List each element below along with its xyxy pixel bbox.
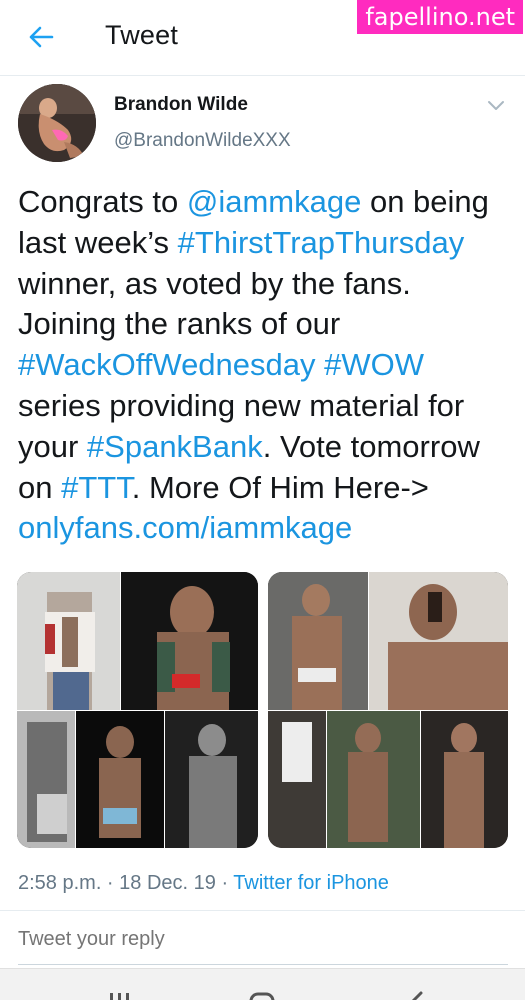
chevron-down-icon[interactable] (485, 94, 507, 116)
page-title: Tweet (105, 20, 179, 50)
avatar[interactable] (18, 84, 96, 162)
hashtag-link[interactable]: #TTT (61, 470, 132, 505)
back-nav-icon[interactable] (385, 969, 445, 1000)
tweet-image-left[interactable] (17, 572, 258, 848)
hashtag-link[interactable]: #SpankBank (87, 429, 263, 464)
tweet-text: Congrats to @iammkage on being last week… (18, 182, 513, 549)
tweet-text-segment: . More Of Him Here-> (131, 469, 429, 505)
reply-bar (0, 910, 525, 965)
tweet-text-segment: Congrats to (18, 184, 187, 219)
reply-underline (18, 964, 508, 965)
watermark: fapellino.net (357, 0, 523, 34)
author-handle[interactable]: @BrandonWildeXXX (114, 130, 291, 152)
hashtag-link[interactable]: #WackOffWednesday (18, 347, 316, 382)
reply-input[interactable] (18, 923, 508, 955)
home-icon[interactable] (232, 969, 292, 1000)
tweet-meta: 2:58 p.m. · 18 Dec. 19 · Twitter for iPh… (18, 872, 389, 895)
recent-apps-icon[interactable] (90, 969, 150, 1000)
hashtag-link[interactable]: #WOW (324, 347, 424, 382)
system-nav-bar (0, 968, 525, 1000)
tweet-source-link[interactable]: Twitter for iPhone (233, 872, 389, 894)
tweet-text-segment: winner, as voted by the fans. Joining th… (18, 265, 411, 342)
back-arrow-icon[interactable] (26, 22, 56, 52)
tweet-image-right[interactable] (268, 572, 508, 848)
url-link[interactable]: onlyfans.com/iammkage (18, 510, 352, 545)
author-name[interactable]: Brandon Wilde (114, 94, 248, 116)
tweet-timestamp: 2:58 p.m. · 18 Dec. 19 · (18, 872, 234, 894)
hashtag-link[interactable]: #ThirstTrapThursday (178, 225, 465, 260)
mention-link[interactable]: @iammkage (187, 184, 361, 219)
tweet-text-segment (316, 347, 325, 382)
